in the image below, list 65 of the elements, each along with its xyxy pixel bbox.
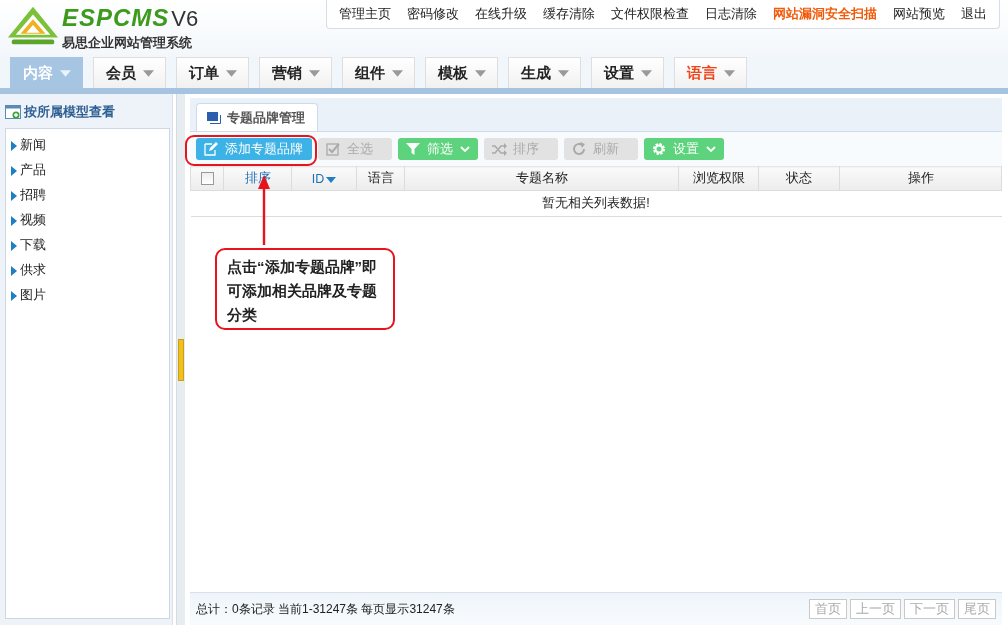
caret-icon bbox=[308, 69, 320, 77]
nav-tab[interactable]: 生成 bbox=[508, 57, 581, 88]
sidebar-item[interactable]: 视频 bbox=[6, 208, 169, 233]
column-header[interactable]: ID bbox=[311, 171, 325, 186]
column-header: 状态 bbox=[786, 171, 812, 185]
filter-icon bbox=[406, 142, 421, 156]
nav-tab[interactable]: 模板 bbox=[425, 57, 498, 88]
edit-icon bbox=[204, 142, 219, 156]
annotation-callout: 点击“添加专题品牌”即可添加相关品牌及专题分类 bbox=[215, 248, 395, 330]
top-link[interactable]: 在线升级 bbox=[467, 5, 535, 23]
top-link[interactable]: 缓存清除 bbox=[535, 5, 603, 23]
top-link[interactable]: 文件权限检查 bbox=[603, 5, 697, 23]
sidebar-item[interactable]: 新闻 bbox=[6, 133, 169, 158]
column-header: 操作 bbox=[907, 171, 934, 185]
nav-tab[interactable]: 组件 bbox=[342, 57, 415, 88]
sidebar-item[interactable]: 图片 bbox=[6, 283, 169, 308]
splitter-bar[interactable] bbox=[176, 94, 185, 625]
panel-tab[interactable]: 专题品牌管理 bbox=[196, 103, 318, 131]
record-summary: 总计：0条记录 当前1-31247条 每页显示31247条 bbox=[196, 600, 455, 618]
top-link[interactable]: 退出 bbox=[953, 5, 995, 23]
version-label: V6 bbox=[171, 5, 199, 33]
shuffle-icon bbox=[492, 142, 507, 156]
sidebar-item[interactable]: 供求 bbox=[6, 258, 169, 283]
select-all-checkbox[interactable] bbox=[200, 172, 214, 185]
caret-icon bbox=[723, 69, 735, 77]
triangle-icon bbox=[11, 240, 17, 251]
caret-icon bbox=[59, 69, 71, 77]
caret-icon bbox=[142, 69, 154, 77]
top-link[interactable]: 网站预览 bbox=[885, 5, 953, 23]
caret-icon bbox=[640, 69, 652, 77]
triangle-icon bbox=[11, 265, 17, 276]
sort-down-icon bbox=[326, 176, 337, 183]
nav-tab[interactable]: 设置 bbox=[591, 57, 664, 88]
nav-tab[interactable]: 语言 bbox=[674, 57, 747, 88]
triangle-icon bbox=[11, 140, 17, 151]
sidebar-item[interactable]: 招聘 bbox=[6, 183, 169, 208]
nav-tab[interactable]: 订单 bbox=[176, 57, 249, 88]
triangle-icon bbox=[11, 215, 17, 226]
top-link[interactable]: 密码修改 bbox=[399, 5, 467, 23]
caret-icon bbox=[391, 69, 403, 77]
triangle-icon bbox=[11, 165, 17, 176]
triangle-icon bbox=[11, 290, 17, 301]
nav-tab[interactable]: 会员 bbox=[93, 57, 166, 88]
caret-icon bbox=[225, 69, 237, 77]
column-header: 专题名称 bbox=[515, 171, 568, 185]
triangle-icon bbox=[11, 190, 17, 201]
window-add-icon bbox=[5, 105, 21, 119]
column-header: 语言 bbox=[367, 171, 394, 185]
top-link[interactable]: 日志清除 bbox=[697, 5, 765, 23]
settings-icon bbox=[652, 142, 667, 156]
sidebar-title: 按所属模型查看 bbox=[24, 103, 115, 121]
sidebar-item[interactable]: 下载 bbox=[6, 233, 169, 258]
sidebar-item[interactable]: 产品 bbox=[6, 158, 169, 183]
caret-icon bbox=[557, 69, 569, 77]
collapse-handle[interactable] bbox=[178, 338, 184, 381]
checkbox-icon bbox=[326, 142, 341, 156]
refresh-icon bbox=[572, 142, 587, 156]
empty-message: 暂无相关列表数据! bbox=[190, 190, 1002, 217]
top-link[interactable]: 管理主页 bbox=[331, 5, 399, 23]
logo-subtitle: 易思企业网站管理系统 bbox=[62, 34, 193, 52]
nav-tab[interactable]: 营销 bbox=[259, 57, 332, 88]
caret-icon bbox=[474, 69, 486, 77]
column-header: 浏览权限 bbox=[692, 171, 745, 185]
logo-wordmark: ESPCMS bbox=[62, 4, 170, 32]
window-icon bbox=[207, 111, 221, 124]
